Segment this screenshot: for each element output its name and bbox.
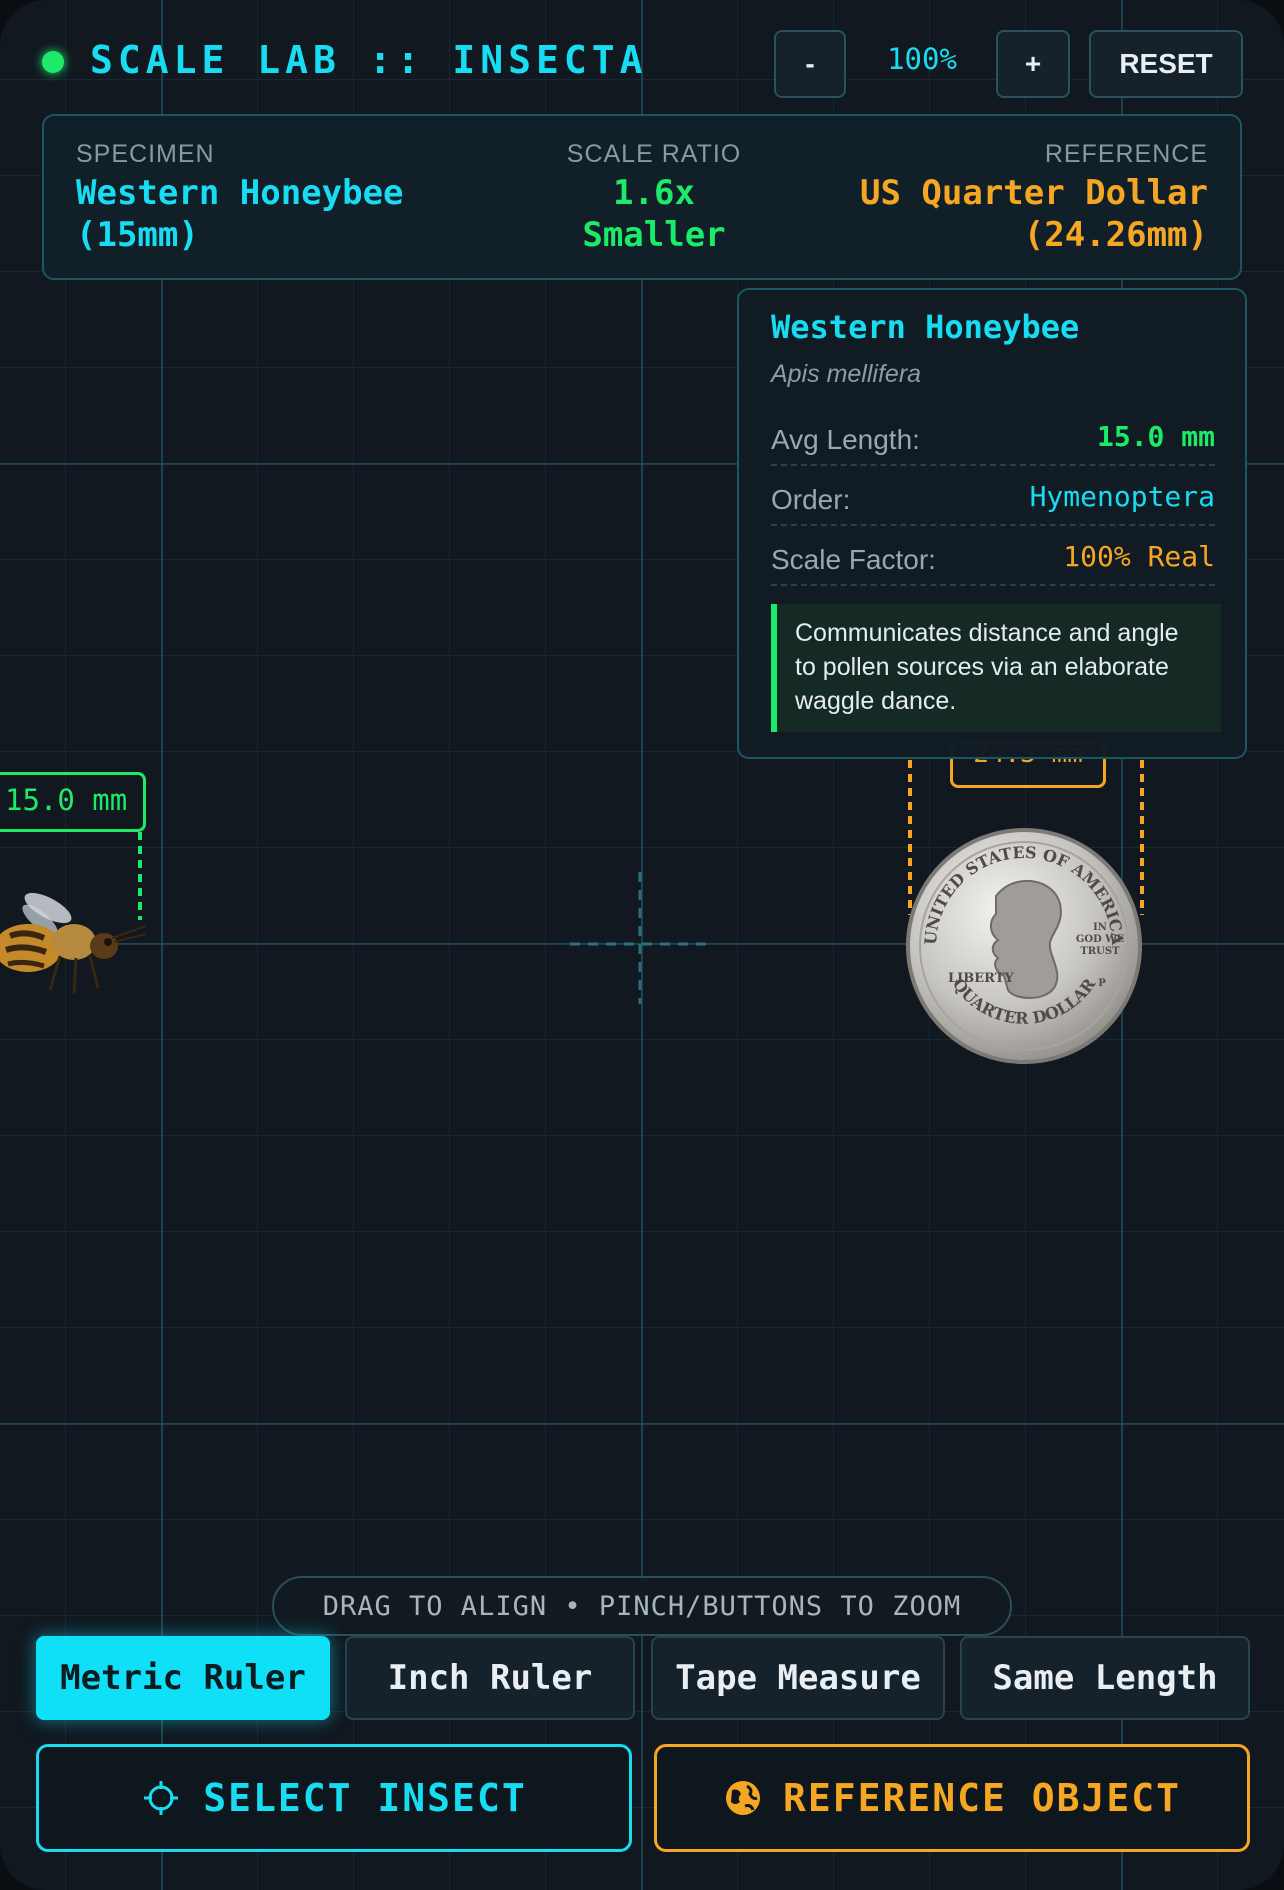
tab-inch-ruler[interactable]: Inch Ruler bbox=[345, 1636, 635, 1720]
reference-label: REFERENCE bbox=[1044, 140, 1208, 168]
avg-length-value: 15.0 mm bbox=[1096, 420, 1215, 453]
specimen-measure-label: 15.0 mm bbox=[5, 783, 128, 817]
scale-factor-value: 100% Real bbox=[1063, 540, 1215, 573]
fun-fact-text: Communicates distance and angle to polle… bbox=[795, 619, 1179, 715]
scale-ratio-value: 1.6x bbox=[613, 173, 695, 213]
tab-tape-measure[interactable]: Tape Measure bbox=[651, 1636, 945, 1720]
quarter-coin-image[interactable]: UNITED STATES OF AMERICA QUARTER DOLLAR … bbox=[904, 826, 1144, 1066]
card-scientific-name: Apis mellifera bbox=[771, 360, 922, 388]
coin-mint-mark: P bbox=[1098, 978, 1106, 989]
coin-motto-1: IN bbox=[1093, 922, 1107, 933]
avg-length-key: Avg Length: bbox=[771, 424, 920, 455]
reference-name: US Quarter Dollar bbox=[860, 173, 1208, 213]
scale-ratio-direction: Smaller bbox=[582, 215, 726, 255]
tab-same-length[interactable]: Same Length bbox=[960, 1636, 1250, 1720]
scale-factor-key: Scale Factor: bbox=[771, 544, 936, 575]
coin-liberty: LIBERTY bbox=[948, 971, 1014, 986]
reference-size: (24.26mm) bbox=[1023, 215, 1208, 255]
card-specimen-name: Western Honeybee bbox=[771, 308, 1080, 346]
reset-button[interactable]: RESET bbox=[1089, 30, 1243, 98]
app-frame: SCALE LAB :: INSECTA - 100% + RESET SPEC… bbox=[0, 0, 1284, 1890]
crosshair-icon bbox=[144, 1781, 179, 1815]
globe-icon bbox=[725, 1781, 760, 1815]
specimen-label: SPECIMEN bbox=[76, 140, 215, 168]
select-insect-label: SELECT INSECT bbox=[203, 1776, 527, 1820]
comparison-info-bar: SPECIMEN Western Honeybee (15mm) SCALE R… bbox=[42, 114, 1242, 280]
specimen-detail-card: Western Honeybee Apis mellifera Avg Leng… bbox=[737, 288, 1247, 759]
gesture-hint: DRAG TO ALIGN • PINCH/BUTTONS TO ZOOM bbox=[272, 1576, 1012, 1636]
zoom-level: 100% bbox=[887, 42, 957, 76]
coin-motto-2: GOD WE bbox=[1076, 934, 1125, 945]
reference-object-label: REFERENCE OBJECT bbox=[782, 1776, 1182, 1820]
zoom-out-button[interactable]: - bbox=[774, 30, 846, 98]
app-title: SCALE LAB :: INSECTA bbox=[90, 38, 648, 82]
scale-ratio-label: SCALE RATIO bbox=[566, 140, 742, 168]
honeybee-image[interactable] bbox=[0, 890, 150, 1010]
card-row-order: Order: Hymenoptera bbox=[771, 466, 1215, 526]
zoom-in-button[interactable]: + bbox=[996, 30, 1070, 98]
select-insect-button[interactable]: SELECT INSECT bbox=[36, 1744, 632, 1852]
center-crosshair-icon bbox=[570, 872, 710, 1004]
order-value: Hymenoptera bbox=[1029, 480, 1215, 513]
status-dot bbox=[42, 51, 64, 73]
fun-fact-box: Communicates distance and angle to polle… bbox=[771, 604, 1221, 732]
specimen-name: Western Honeybee bbox=[76, 173, 404, 213]
specimen-size: (15mm) bbox=[76, 215, 199, 255]
coin-motto-3: TRUST bbox=[1080, 946, 1120, 957]
order-key: Order: bbox=[771, 484, 851, 515]
card-row-scale-factor: Scale Factor: 100% Real bbox=[771, 526, 1215, 586]
reference-object-button[interactable]: REFERENCE OBJECT bbox=[654, 1744, 1250, 1852]
tab-metric-ruler[interactable]: Metric Ruler bbox=[36, 1636, 330, 1720]
card-row-avg-length: Avg Length: 15.0 mm bbox=[771, 406, 1215, 466]
specimen-measure-box: 15.0 mm bbox=[0, 772, 146, 832]
